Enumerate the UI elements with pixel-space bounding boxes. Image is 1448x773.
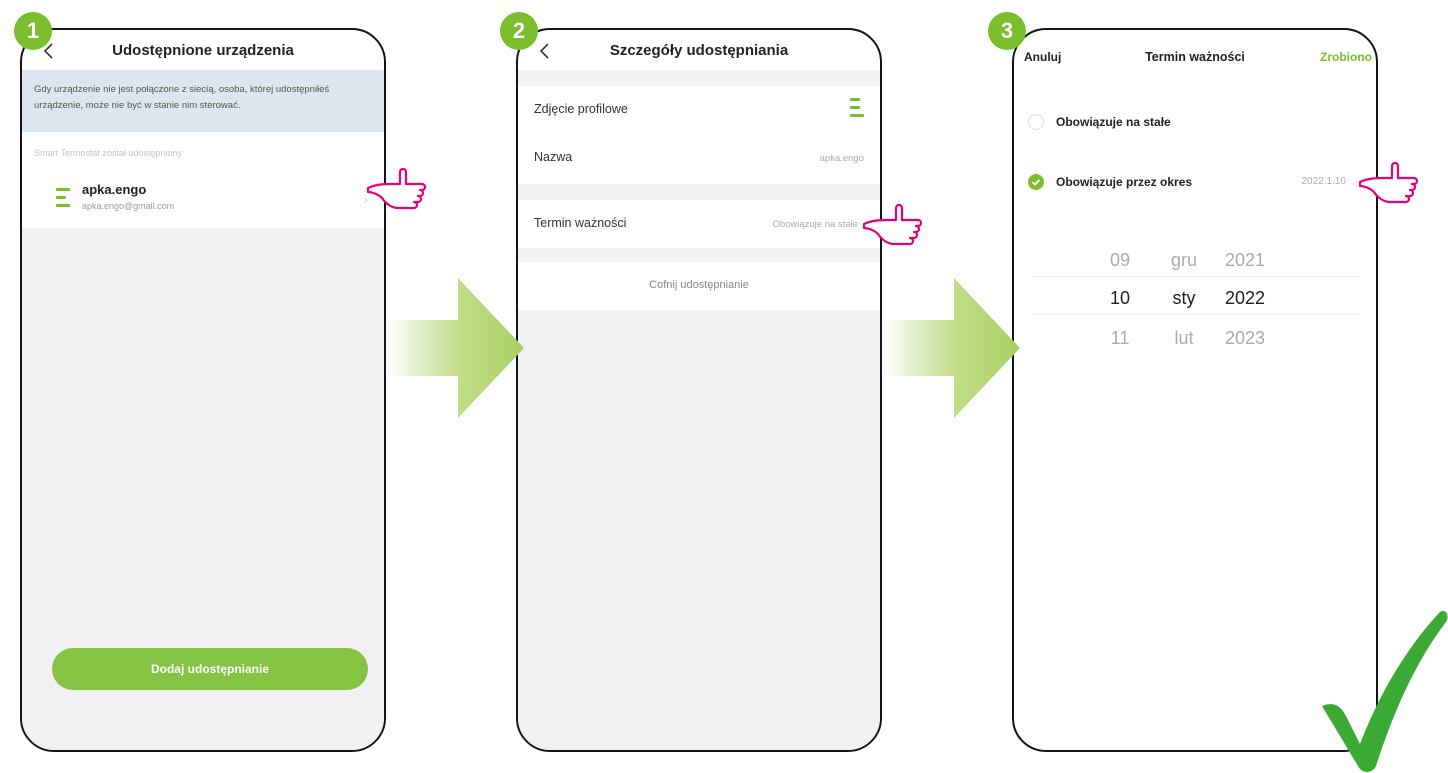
option-period-label: Obowiązuje przez okres [1056,175,1193,189]
next-step-arrow-icon [386,278,524,418]
name-value: apka.engo [819,153,864,164]
picker-year: 2021 [1224,250,1266,270]
pointing-hand-icon [1358,161,1419,204]
expiry-value: Obowiązuje na stałe [772,219,858,230]
profile-photo-row[interactable]: Zdjęcie profilowe [518,86,880,130]
connection-info-banner: Gdy urządzenie nie jest połączone z siec… [22,70,384,132]
phone-screen-share-details: Szczegóły udostępniania Zdjęcie profilow… [516,28,882,752]
picker-month: lut [1174,328,1194,348]
navbar: Szczegóły udostępniania [518,30,880,74]
revoke-share-button[interactable]: Cofnij udostępnianie [518,262,880,310]
option-permanent-label: Obowiązuje na stałe [1056,115,1171,129]
done-button[interactable]: Zrobiono [1320,50,1372,64]
name-label: Nazwa [534,150,573,164]
page-title: Udostępnione urządzenia [112,42,294,59]
revoke-share-label: Cofnij udostępnianie [649,279,749,291]
checkmark-icon [1322,610,1448,772]
option-period[interactable]: Obowiązuje przez okres 2022.1.10 [1028,172,1376,194]
picker-day: 09 [1109,250,1131,270]
next-step-arrow-icon [882,278,1020,418]
name-row[interactable]: Nazwa apka.engo [518,130,880,184]
page-title: Szczegóły udostępniania [609,42,789,59]
user-email: apka.engo@gmail.com [82,201,175,211]
pointing-hand-icon [862,203,923,246]
expiry-row[interactable]: Termin ważności Obowiązuje na stałe [518,200,880,248]
user-name: apka.engo [82,182,147,197]
pointing-hand-icon [366,167,427,210]
section-label: Smart Termostat został udostępniony [34,148,182,158]
step-badge-2: 2 [500,12,538,50]
step-badge-1: 1 [14,12,52,50]
add-share-button[interactable]: Dodaj udostępnianie [52,648,368,690]
picker-year: 2022 [1224,288,1266,308]
expiry-label: Termin ważności [534,216,627,230]
phone-screen-shared-devices: Udostępnione urządzenia Gdy urządzenie n… [20,28,386,752]
picker-day: 10 [1109,288,1131,308]
profile-photo-label: Zdjęcie profilowe [534,102,628,116]
engo-logo-icon [56,188,70,208]
picker-month: sty [1172,288,1196,308]
shared-user-row[interactable]: apka.engo apka.engo@gmail.com › [22,170,384,228]
step-badge-3: 3 [988,12,1026,50]
radio-checked-icon[interactable] [1028,174,1044,190]
picker-divider [1032,314,1358,315]
picker-year: 2023 [1224,328,1266,348]
navbar: Udostępnione urządzenia [22,30,384,74]
picker-month: gru [1170,250,1197,270]
picker-divider [1032,276,1358,277]
engo-logo-icon [850,98,864,118]
radio-unchecked-icon[interactable] [1028,114,1044,130]
picker-day: 11 [1110,328,1130,348]
period-date-value: 2022.1.10 [1301,176,1347,187]
option-permanent[interactable]: Obowiązuje na stałe [1028,112,1376,134]
date-picker-row[interactable]: 11 lut 2023 [1014,328,1376,358]
